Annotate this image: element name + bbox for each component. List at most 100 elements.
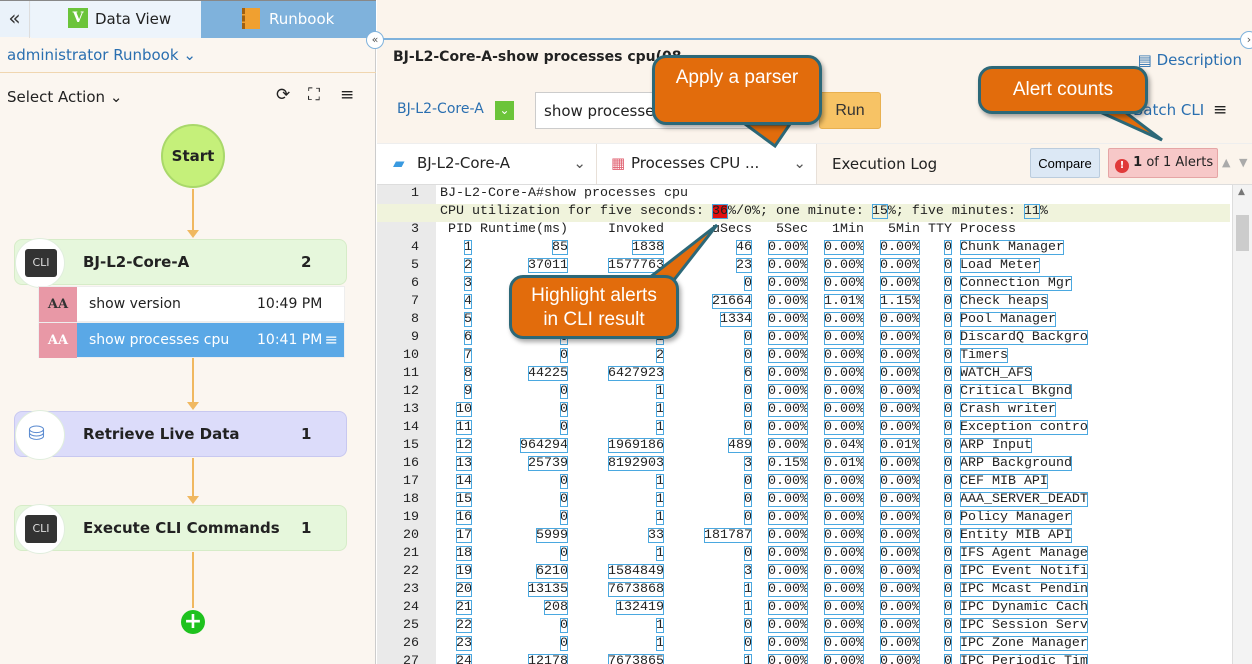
parsed-value: 18 <box>456 546 472 561</box>
tab-data-view[interactable]: V Data View <box>31 1 201 38</box>
compare-button[interactable]: Compare <box>1030 148 1100 178</box>
parsed-value: 0.00% <box>823 636 864 651</box>
parsed-value: Load Meter <box>959 258 1040 273</box>
parsed-value: 0 <box>943 276 952 291</box>
parsed-value: 0 <box>943 402 952 417</box>
code-line: PID Runtime(ms) Invoked uSecs 5Sec 1Min … <box>440 221 1016 239</box>
parsed-value: IPC Mcast Pendin <box>959 582 1088 597</box>
collapse-right-icon[interactable]: › <box>1240 31 1252 49</box>
divider <box>0 72 376 73</box>
command-label: show processes cpu <box>89 332 230 348</box>
parsed-value: 0.00% <box>768 294 808 309</box>
parsed-value: 0 <box>559 618 568 633</box>
parsed-value: 0 <box>743 636 752 651</box>
parsed-value: 1838 <box>631 240 664 255</box>
parsed-value: 0 <box>943 240 952 255</box>
flow-node-retrieve[interactable]: ⛁ Retrieve Live Data 1 <box>14 410 347 460</box>
parsed-value: 6 <box>464 330 472 345</box>
command-item-selected[interactable]: AA show processes cpu 10:41 PM ≡ <box>38 322 345 358</box>
line-number-gutter: 1234567891011121314151617181920212223242… <box>377 185 436 664</box>
menu-icon[interactable]: ≡ <box>340 85 354 105</box>
runbook-title: administrator Runbook <box>7 46 179 64</box>
code-line: 16 0 1 0 0.00% 0.00% 0.00% 0 Policy Mana… <box>440 509 1072 527</box>
scroll-up-icon[interactable]: ▲ <box>1238 187 1245 197</box>
parser-dropdown-label: Processes CPU ... <box>631 154 760 172</box>
line-number: 14 <box>403 420 419 435</box>
parsed-value: 1 <box>655 420 664 435</box>
node-icon-wrap: CLI <box>15 238 65 288</box>
flow-connector <box>192 458 194 500</box>
next-alert-icon[interactable]: ▼ <box>1239 156 1247 169</box>
select-action-dropdown[interactable]: Select Action ⌄ <box>7 88 122 106</box>
line-number: 4 <box>411 240 419 255</box>
parsed-value: 0 <box>943 366 952 381</box>
parsed-value: 2 <box>655 348 664 363</box>
parsed-value: 3 <box>464 276 472 291</box>
code-line: 20 13135 7673868 1 0.00% 0.00% 0.00% 0 I… <box>440 581 1088 599</box>
panel-tabs: « V Data View Runbook <box>0 0 376 38</box>
collapse-left-icon[interactable]: « <box>366 31 384 49</box>
flow-node-execute-cli[interactable]: CLI Execute CLI Commands 1 <box>14 504 347 554</box>
tab-runbook[interactable]: Runbook <box>201 1 376 38</box>
parsed-value: 6210 <box>536 564 568 579</box>
line-number: 27 <box>403 654 419 664</box>
parsed-value: 1584849 <box>608 564 664 579</box>
add-node-button[interactable]: + <box>181 610 205 634</box>
parsed-value: 1 <box>743 654 752 664</box>
parsed-value: Policy Manager <box>959 510 1072 525</box>
command-item[interactable]: AA show version 10:49 PM <box>38 286 345 322</box>
runbook-selector[interactable]: administrator Runbook ⌄ <box>7 46 196 64</box>
refresh-icon[interactable]: ⟳ <box>276 85 290 105</box>
parsed-value: 1 <box>655 402 664 417</box>
parsed-value: 0.00% <box>879 366 920 381</box>
alert-icon: ! <box>1115 159 1129 173</box>
parser-dropdown[interactable]: ▦ Processes CPU ... ⌄ <box>597 144 817 184</box>
text: CPU utilization for five seconds: <box>440 204 712 219</box>
parsed-value: 1577763 <box>608 258 664 273</box>
run-button[interactable]: Run <box>819 92 881 129</box>
device-dropdown[interactable]: ▰ BJ-L2-Core-A ⌄ <box>377 144 597 184</box>
vertical-scrollbar[interactable]: ▲ <box>1232 185 1252 664</box>
result-title: BJ-L2-Core-A-show processes cpu(08 <box>393 49 682 65</box>
previous-alert-icon[interactable]: ▲ <box>1222 156 1230 169</box>
menu-icon[interactable]: ≡ <box>325 330 338 349</box>
fit-screen-icon[interactable]: ⛶ <box>308 85 320 105</box>
flow-connector <box>192 189 194 233</box>
alerts-badge[interactable]: ! 1 of 1 Alerts <box>1108 148 1218 178</box>
execution-log-tab[interactable]: Execution Log <box>832 155 937 173</box>
description-link[interactable]: ▤ Description <box>1138 51 1242 69</box>
code-line: 22 0 1 0 0.00% 0.00% 0.00% 0 IPC Session… <box>440 617 1088 635</box>
alerts-callout: Alert counts <box>978 66 1148 114</box>
collapse-panel-button[interactable]: « <box>0 1 30 38</box>
flow-node-cli[interactable]: CLI BJ-L2-Core-A 2 <box>14 238 347 288</box>
alert-value: 36 <box>711 204 728 219</box>
node-name: Retrieve Live Data <box>83 425 240 443</box>
parsed-value: 0.00% <box>823 366 864 381</box>
code-line: 14 0 1 0 0.00% 0.00% 0.00% 0 CEF MIB API <box>440 473 1048 491</box>
notebook-icon <box>242 8 260 29</box>
node-count: 2 <box>301 253 312 271</box>
device-dropdown-icon[interactable]: ⌄ <box>495 101 514 120</box>
node-icon-wrap: ⛁ <box>15 410 65 460</box>
cli-icon: CLI <box>25 515 57 543</box>
parsed-value: 1 <box>743 600 752 615</box>
parsed-value: 0.00% <box>767 600 808 615</box>
parsed-value: 0.00% <box>823 600 864 615</box>
description-label: Description <box>1156 51 1242 69</box>
column-header: 5Min <box>887 222 920 237</box>
parsed-value: 0 <box>559 348 568 363</box>
device-link[interactable]: BJ-L2-Core-A <box>397 101 484 117</box>
line-number: 11 <box>403 366 419 381</box>
start-node[interactable]: Start <box>161 124 225 188</box>
chevron-down-icon: ⌄ <box>793 154 806 172</box>
parsed-value: 0 <box>944 438 952 453</box>
scrollbar-thumb[interactable] <box>1236 215 1249 251</box>
parsed-value: 12 <box>456 438 472 453</box>
parsed-value: 0 <box>943 420 952 435</box>
parsed-value: 0.00% <box>823 384 864 399</box>
menu-icon[interactable]: ≡ <box>1213 100 1227 120</box>
code-line: BJ-L2-Core-A#show processes cpu <box>440 185 688 203</box>
parsed-value: 15 <box>456 492 472 507</box>
parsed-value: 0 <box>559 636 568 651</box>
parsed-value: 0 <box>743 492 752 507</box>
